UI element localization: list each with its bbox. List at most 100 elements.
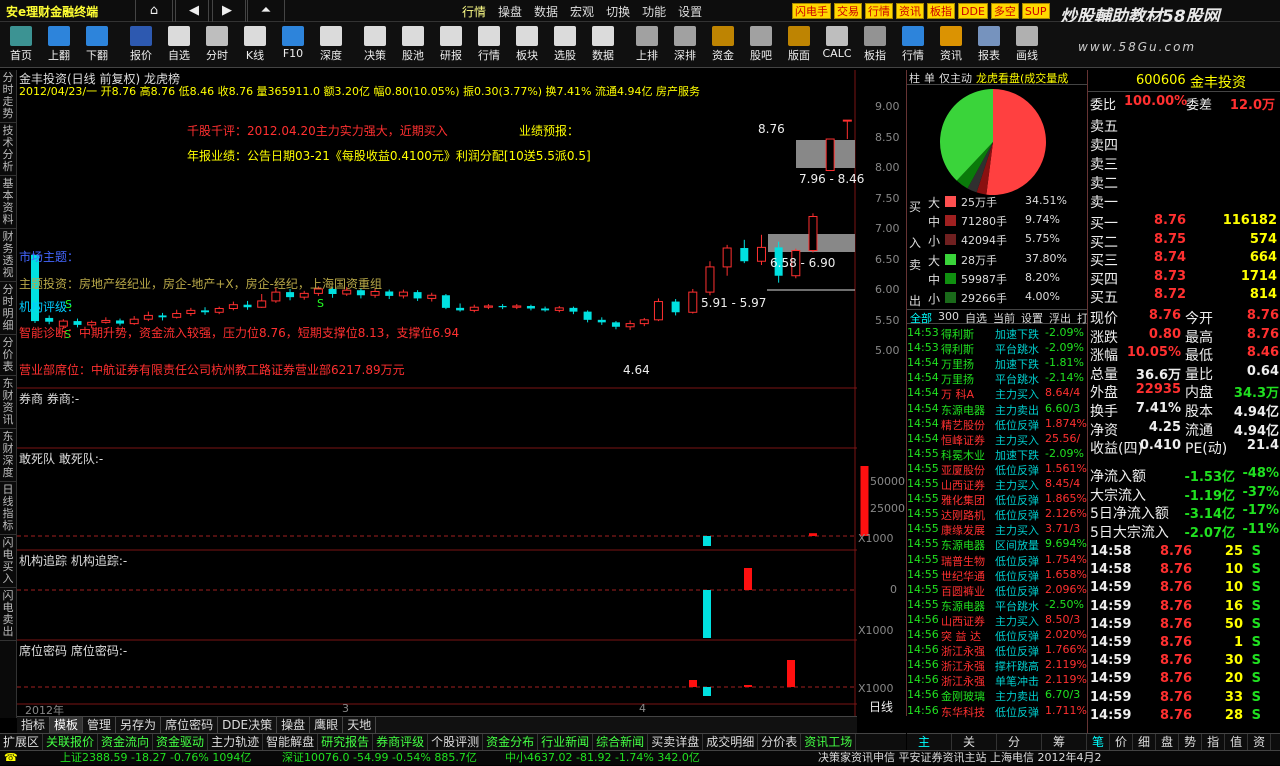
- quote-tab[interactable]: 细: [1133, 734, 1157, 750]
- chart-tab[interactable]: DDE决策: [218, 717, 278, 733]
- alert-row[interactable]: 14:55 康缘发展 主力买入 3.71/3: [907, 522, 1087, 537]
- quick-button[interactable]: 多空: [990, 3, 1019, 19]
- alert-row[interactable]: 14:56 突 益 达低位反弹 2.020%: [907, 628, 1087, 643]
- alert-filter[interactable]: 设置: [1018, 310, 1046, 325]
- flow-tab[interactable]: 单: [922, 70, 937, 85]
- extension-tab[interactable]: 行业新闻: [538, 734, 594, 750]
- quote-tab[interactable]: 价: [1110, 734, 1134, 750]
- top-menu-item[interactable]: 切换: [606, 3, 630, 20]
- ask-row[interactable]: 卖三: [1088, 154, 1280, 173]
- alert-row[interactable]: 14:55 瑞普生物 低位反弹 1.754%: [907, 553, 1087, 568]
- alert-row[interactable]: 14:56 浙江永强 单笔冲击 2.119%: [907, 673, 1087, 688]
- status-shanghai[interactable]: 上证2388.59 -18.27 -0.76% 1094亿: [60, 751, 251, 765]
- alert-row[interactable]: 14:55 百圆裤业 低位反弹 2.096%: [907, 583, 1087, 598]
- extension-tab[interactable]: 资金驱动: [153, 734, 209, 750]
- quote-tab[interactable]: 资: [1248, 734, 1272, 750]
- mid-tab[interactable]: 分价: [997, 734, 1042, 765]
- extension-tab[interactable]: 关联报价: [43, 734, 99, 750]
- quote-tab[interactable]: 值: [1225, 734, 1249, 750]
- alert-row[interactable]: 14:56 金刚玻璃 主力卖出 6.70/3: [907, 688, 1087, 703]
- toolbar-button[interactable]: 决策: [356, 22, 394, 68]
- alert-row[interactable]: 14:55 科冕木业 加速下跌 -2.09%: [907, 447, 1087, 462]
- toolbar-button[interactable]: F10: [274, 22, 312, 68]
- collapse-icon[interactable]: ⏶: [247, 0, 285, 22]
- extension-tab[interactable]: 扩展区: [0, 734, 44, 750]
- alert-filter[interactable]: 自选: [962, 310, 990, 325]
- toolbar-button[interactable]: 深排: [666, 22, 704, 68]
- chart-tab[interactable]: 席位密码: [161, 717, 219, 733]
- extension-tab[interactable]: 个股评测: [428, 734, 484, 750]
- top-menu-item[interactable]: 宏观: [570, 3, 594, 20]
- extension-tab[interactable]: 综合新闻: [593, 734, 649, 750]
- toolbar-button[interactable]: 首页: [2, 22, 40, 68]
- toolbar-button[interactable]: 自选: [160, 22, 198, 68]
- flow-tab[interactable]: 龙虎看盘(成交量成: [974, 70, 1070, 85]
- side-tab[interactable]: 日线指标: [0, 482, 16, 535]
- quote-tab[interactable]: 盘: [1156, 734, 1180, 750]
- mid-tab[interactable]: 筹码: [1042, 734, 1087, 765]
- alert-row[interactable]: 14:55 山西证券 主力买入 8.45/4: [907, 477, 1087, 492]
- quote-tab[interactable]: 指: [1202, 734, 1226, 750]
- toolbar-button[interactable]: 上翻: [40, 22, 78, 68]
- extension-tab[interactable]: 买卖详盘: [648, 734, 704, 750]
- chart-tab[interactable]: 指标: [17, 717, 51, 733]
- quick-button[interactable]: SUP: [1021, 3, 1050, 19]
- toolbar-button[interactable]: 上排: [628, 22, 666, 68]
- chart-tab[interactable]: 另存为: [116, 717, 162, 733]
- toolbar-button[interactable]: CALC: [818, 22, 856, 68]
- alert-row[interactable]: 14:56 浙江永强 撑杆跳高 2.119%: [907, 658, 1087, 673]
- alert-row[interactable]: 14:54 精艺股份 低位反弹 1.874%: [907, 417, 1087, 432]
- alert-row[interactable]: 14:56 东华科技 低位反弹 1.711%: [907, 704, 1087, 719]
- extension-tab[interactable]: 成交明细: [703, 734, 759, 750]
- chart-tab[interactable]: 模板: [50, 717, 84, 733]
- chart-tab[interactable]: 管理: [83, 717, 117, 733]
- alert-row[interactable]: 14:55 东源电器 区间放量 9.694%: [907, 537, 1087, 552]
- alert-row[interactable]: 14:55 达刚路机 低位反弹 2.126%: [907, 507, 1087, 522]
- alert-filter[interactable]: 浮出: [1046, 310, 1074, 325]
- side-tab[interactable]: 闪电卖出: [0, 588, 16, 641]
- top-menu-item[interactable]: 行情: [462, 3, 486, 20]
- extension-tab[interactable]: 分价表: [758, 734, 802, 750]
- chart-tab[interactable]: 天地: [343, 717, 377, 733]
- toolbar-button[interactable]: 股吧: [742, 22, 780, 68]
- kline-chart-area[interactable]: SSS 金丰投资(日线 前复权) 龙虎榜 2012/04/23/一 开8.76 …: [17, 70, 907, 717]
- side-tab[interactable]: 分时走势: [0, 70, 16, 123]
- quick-button[interactable]: 闪电手: [792, 3, 831, 19]
- extension-tab[interactable]: 研究报告: [318, 734, 374, 750]
- quick-button[interactable]: DDE: [958, 3, 988, 19]
- toolbar-button[interactable]: 研报: [432, 22, 470, 68]
- alert-filter[interactable]: 当前: [990, 310, 1018, 325]
- flow-tab[interactable]: 柱: [907, 70, 922, 85]
- alert-row[interactable]: 14:53 得利斯 平台跳水 -2.09%: [907, 341, 1087, 356]
- bid-row[interactable]: 买一 8.76 116182: [1088, 213, 1280, 232]
- alert-row[interactable]: 14:54 万里扬 加速下跌 -1.81%: [907, 356, 1087, 371]
- period-label[interactable]: 日线: [869, 698, 893, 715]
- bid-row[interactable]: 买四 8.73 1714: [1088, 269, 1280, 288]
- bid-row[interactable]: 买二 8.75 574: [1088, 232, 1280, 251]
- alert-row[interactable]: 14:55 东源电器 平台跳水 -2.50%: [907, 598, 1087, 613]
- toolbar-button[interactable]: 画线: [1008, 22, 1046, 68]
- toolbar-button[interactable]: 资讯: [932, 22, 970, 68]
- extension-tab[interactable]: 资讯工场: [801, 734, 857, 750]
- side-tab[interactable]: 技术分析: [0, 123, 16, 176]
- alert-row[interactable]: 14:54 恒峰证券 主力买入 25.56/: [907, 432, 1087, 447]
- toolbar-button[interactable]: 报价: [122, 22, 160, 68]
- toolbar-button[interactable]: K线: [236, 22, 274, 68]
- side-tab[interactable]: 分价表: [0, 335, 16, 376]
- toolbar-button[interactable]: 报表: [970, 22, 1008, 68]
- toolbar-button[interactable]: 板块: [508, 22, 546, 68]
- toolbar-button[interactable]: 深度: [312, 22, 350, 68]
- alert-row[interactable]: 14:54 东源电器 主力卖出 6.60/3: [907, 402, 1087, 417]
- toolbar-button[interactable]: 行情: [894, 22, 932, 68]
- side-tab[interactable]: 东财资讯: [0, 376, 16, 429]
- status-sme[interactable]: 中小4637.02 -81.92 -1.74% 342.0亿: [505, 751, 700, 765]
- forward-arrow-icon[interactable]: ▶: [208, 0, 246, 22]
- toolbar-button[interactable]: 数据: [584, 22, 622, 68]
- toolbar-button[interactable]: 资金: [704, 22, 742, 68]
- extension-tab[interactable]: 券商评级: [373, 734, 429, 750]
- alert-row[interactable]: 14:54 万 科A 主力买入 8.64/4: [907, 386, 1087, 401]
- bid-row[interactable]: 买五 8.72 814: [1088, 287, 1280, 306]
- side-tab[interactable]: 财务透视: [0, 229, 16, 282]
- extension-tab[interactable]: 资金流向: [98, 734, 154, 750]
- ask-row[interactable]: 卖二: [1088, 173, 1280, 192]
